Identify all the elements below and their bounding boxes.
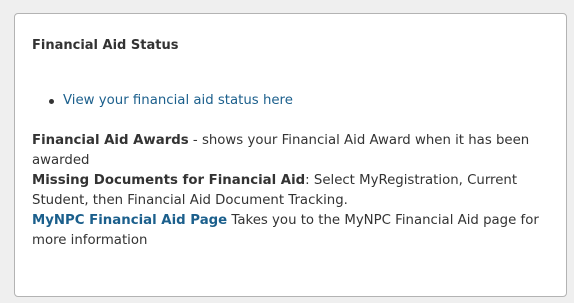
missing-documents-label: Missing Documents for Financial Aid — [32, 173, 306, 188]
financial-aid-status-card: Financial Aid Status View your financial… — [14, 13, 567, 297]
awards-label: Financial Aid Awards — [32, 133, 189, 148]
status-link-list: View your financial aid status here — [32, 92, 548, 110]
card-title: Financial Aid Status — [32, 38, 179, 53]
list-item: View your financial aid status here — [49, 92, 548, 110]
view-financial-aid-status-link[interactable]: View your financial aid status here — [63, 93, 293, 108]
missing-documents-paragraph: Missing Documents for Financial Aid: Sel… — [32, 171, 548, 211]
awards-paragraph: Financial Aid Awards - shows your Financ… — [32, 131, 548, 171]
financial-aid-info: Financial Aid Awards - shows your Financ… — [32, 131, 548, 251]
mynpc-paragraph: MyNPC Financial Aid Page Takes you to th… — [32, 211, 548, 251]
mynpc-financial-aid-page-link[interactable]: MyNPC Financial Aid Page — [32, 213, 227, 228]
mynpc-link-label: MyNPC Financial Aid Page — [32, 213, 228, 228]
bullet-icon — [49, 99, 54, 104]
